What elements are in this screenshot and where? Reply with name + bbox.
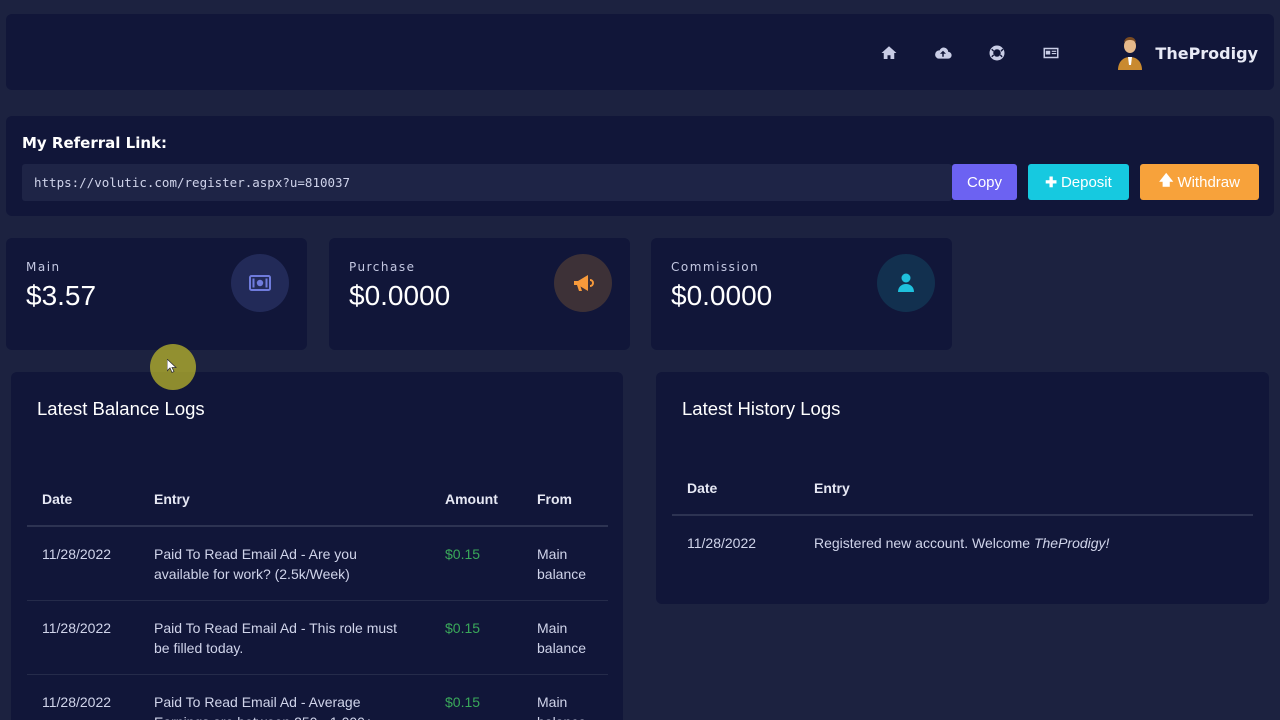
cell-date: 11/28/2022: [27, 526, 139, 601]
stat-value: $0.0000: [671, 280, 773, 311]
plus-icon: ✚: [1045, 173, 1057, 190]
stat-card-purchase: Purchase $0.0000: [329, 238, 630, 350]
cell-entry: Registered new account. Welcome TheProdi…: [799, 515, 1253, 569]
cell-date: 11/28/2022: [27, 674, 139, 720]
cell-entry: Paid To Read Email Ad - Average Earnings…: [139, 674, 430, 720]
user-icon: [877, 254, 935, 312]
nav-icons: [862, 42, 1078, 64]
stat-label: Main: [26, 260, 61, 274]
user-menu[interactable]: TheProdigy: [1115, 36, 1258, 70]
cell-amount: $0.15: [430, 526, 522, 601]
money-bill-icon: [231, 254, 289, 312]
stat-label: Commission: [671, 260, 760, 274]
deposit-button[interactable]: ✚ Deposit: [1028, 164, 1129, 200]
id-card-icon[interactable]: [1024, 42, 1078, 64]
column-header: From: [522, 472, 608, 527]
column-header: Date: [672, 461, 799, 516]
history-logs-panel: Latest History Logs Date Entry 11/28/202…: [656, 372, 1269, 604]
balance-logs-table: Date Entry Amount From 11/28/2022 Paid T…: [27, 472, 608, 720]
withdraw-button[interactable]: 🡅 Withdraw: [1140, 164, 1259, 200]
history-logs-table: Date Entry 11/28/2022 Registered new acc…: [672, 461, 1253, 569]
column-header: Entry: [799, 461, 1253, 516]
referral-title: My Referral Link:: [22, 134, 167, 152]
table-header-row: Date Entry Amount From: [27, 472, 608, 527]
entry-username: TheProdigy!: [1033, 535, 1110, 551]
avatar: [1118, 37, 1143, 70]
cell-from: Main balance: [522, 526, 608, 601]
cloud-upload-icon[interactable]: [916, 42, 970, 64]
cell-amount: $0.15: [430, 674, 522, 720]
top-navbar: TheProdigy: [6, 14, 1274, 90]
table-row: 11/28/2022 Registered new account. Welco…: [672, 515, 1253, 569]
megaphone-icon: [554, 254, 612, 312]
stat-label: Purchase: [349, 260, 416, 274]
table-header-row: Date Entry: [672, 461, 1253, 516]
username: TheProdigy: [1155, 43, 1258, 63]
cell-entry: Paid To Read Email Ad - Are you availabl…: [139, 526, 430, 601]
history-logs-title: Latest History Logs: [682, 398, 841, 419]
copy-button[interactable]: Copy: [952, 164, 1017, 200]
cell-from: Main balance: [522, 674, 608, 720]
copy-label: Copy: [966, 173, 1003, 191]
cell-date: 11/28/2022: [687, 535, 757, 551]
home-icon[interactable]: [862, 42, 916, 64]
mouse-pointer-icon: [167, 359, 177, 373]
table-row: 11/28/2022 Paid To Read Email Ad - This …: [27, 600, 608, 675]
column-header: Entry: [139, 472, 430, 527]
stat-value: $0.0000: [349, 280, 451, 311]
deposit-label: Deposit: [1060, 173, 1112, 191]
withdraw-label: Withdraw: [1177, 173, 1240, 191]
cell-from: Main balance: [522, 600, 608, 675]
cell-date: 11/28/2022: [27, 600, 139, 675]
stat-value: $3.57: [26, 280, 97, 311]
column-header: Amount: [430, 472, 522, 527]
stat-card-main: Main $3.57: [6, 238, 307, 350]
table-row: 11/28/2022 Paid To Read Email Ad - Are y…: [27, 526, 608, 601]
balance-logs-panel: Latest Balance Logs Date Entry Amount Fr…: [11, 372, 623, 720]
balance-logs-title: Latest Balance Logs: [37, 398, 205, 419]
cell-amount: $0.15: [430, 600, 522, 675]
referral-card: My Referral Link: https://volutic.com/re…: [6, 116, 1274, 216]
table-row: 11/28/2022 Paid To Read Email Ad - Avera…: [27, 674, 608, 720]
column-header: Date: [27, 472, 139, 527]
entry-text: Registered new account. Welcome: [814, 535, 1034, 551]
arrow-up-icon: 🡅: [1159, 172, 1174, 188]
cell-entry: Paid To Read Email Ad - This role must b…: [139, 600, 430, 675]
stat-card-commission: Commission $0.0000: [651, 238, 952, 350]
lifebuoy-icon[interactable]: [970, 42, 1024, 64]
referral-link-field[interactable]: https://volutic.com/register.aspx?u=8100…: [22, 164, 952, 201]
